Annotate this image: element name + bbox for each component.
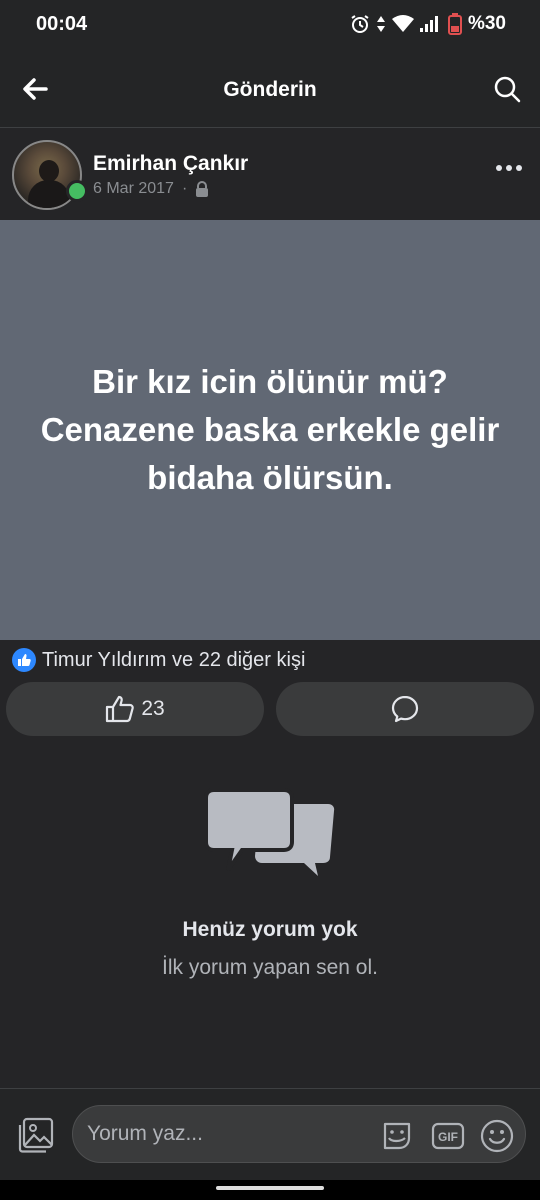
status-icons: %30 — [350, 12, 506, 36]
meta-separator: · — [181, 180, 188, 197]
status-bar: 00:04 %30 — [0, 0, 540, 48]
empty-comments-title: Henüz yorum yok — [182, 918, 358, 941]
avatar-head — [39, 160, 59, 182]
status-time: 00:04 — [36, 13, 88, 35]
lock-icon — [196, 181, 209, 197]
more-dot-icon — [506, 165, 512, 171]
author-name[interactable]: Emirhan Çankır — [93, 152, 248, 176]
comment-composer: GIF — [0, 1088, 540, 1180]
comments-bubbles-icon — [204, 788, 335, 876]
wifi-icon — [391, 15, 414, 32]
page-title: Gönderin — [223, 78, 317, 101]
svg-text:GIF: GIF — [438, 1130, 458, 1144]
reactions-summary[interactable]: Timur Yıldırım ve 22 diğer kişi — [12, 648, 305, 672]
post-header: Emirhan Çankır 6 Mar 2017 · — [0, 128, 540, 220]
alarm-icon — [351, 15, 369, 33]
comment-button[interactable] — [276, 682, 534, 736]
like-count: 23 — [141, 697, 165, 720]
like-reaction-icon — [12, 648, 36, 672]
post-meta: 6 Mar 2017 · — [93, 180, 209, 198]
thumbs-up-icon — [106, 695, 135, 723]
home-indicator[interactable] — [216, 1186, 324, 1190]
reactions-text: Timur Yıldırım ve 22 diğer kişi — [42, 648, 306, 671]
online-status-dot — [66, 180, 88, 202]
post-text-line: bidaha ölürsün. — [147, 459, 393, 496]
more-dot-icon — [516, 165, 522, 171]
post-body: Bir kız icin ölünür mü? Cenazene baska e… — [0, 220, 540, 640]
avatar-body — [28, 180, 70, 208]
search-icon[interactable] — [492, 74, 522, 104]
comment-field[interactable]: GIF — [72, 1105, 526, 1163]
more-options-button[interactable] — [496, 158, 526, 178]
post-text: Bir kız icin ölünür mü? Cenazene baska e… — [20, 358, 520, 502]
signal-icon — [419, 16, 438, 32]
top-bar: Gönderin — [0, 48, 540, 128]
like-button[interactable]: 23 — [6, 682, 264, 736]
emoji-icon[interactable] — [479, 1118, 515, 1154]
battery-icon — [447, 13, 462, 35]
comment-input[interactable] — [87, 1106, 367, 1162]
post-text-line: Bir kız icin ölünür mü? — [92, 363, 448, 400]
battery-percent: %30 — [467, 13, 506, 34]
photo-icon[interactable] — [16, 1115, 56, 1155]
post-text-line: Cenazene baska erkekle gelir — [40, 411, 500, 448]
data-arrows-icon — [376, 16, 385, 32]
empty-comments-subtitle: İlk yorum yapan sen ol. — [162, 956, 378, 979]
system-nav-bar — [0, 1180, 540, 1200]
more-dot-icon — [496, 165, 502, 171]
comment-bubble-icon — [391, 695, 419, 723]
sticker-icon[interactable] — [379, 1118, 415, 1154]
gif-icon[interactable]: GIF — [431, 1119, 465, 1153]
post-date[interactable]: 6 Mar 2017 — [93, 180, 174, 198]
